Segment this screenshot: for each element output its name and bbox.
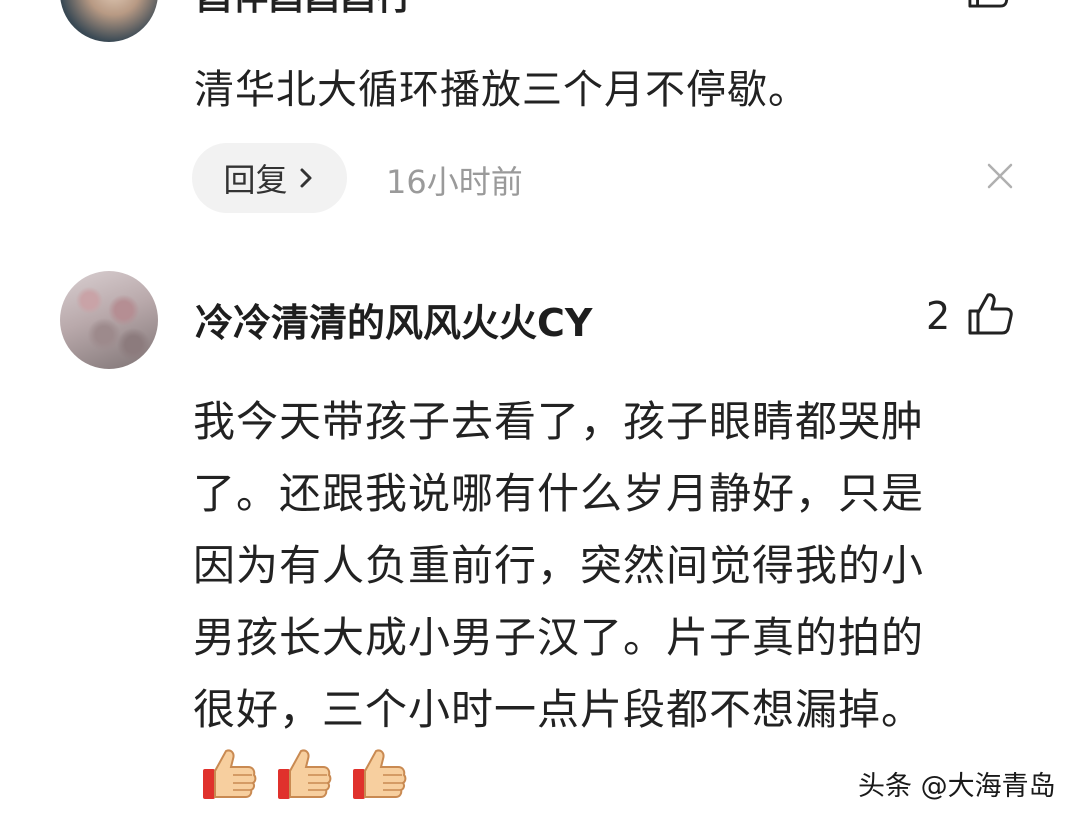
comment-text-line: 我今天带孩子去看了，孩子眼睛都哭肿	[193, 397, 925, 446]
comment-text-line: 男孩长大成小男子汉了。片子真的拍的	[193, 613, 925, 662]
watermark: 头条 @大海青岛	[858, 771, 1056, 802]
thumbs-up-emoji-icon	[203, 749, 257, 799]
comment-username[interactable]: 酉伴酉酉酉行	[196, 0, 412, 20]
comment-username[interactable]: 冷冷清清的风风火火CY	[195, 292, 592, 347]
chevron-right-icon	[300, 168, 311, 188]
reply-button[interactable]: 回复	[192, 143, 347, 213]
user-avatar[interactable]	[60, 0, 158, 42]
comment-text-line: 因为有人负重前行，突然间觉得我的小	[193, 541, 925, 590]
comment-text: 我今天带孩子去看了，孩子眼睛都哭肿 了。还跟我说哪有什么岁月静好，只是 因为有人…	[193, 386, 1013, 746]
comment-text-line: 了。还跟我说哪有什么岁月静好，只是	[193, 469, 925, 518]
reply-label: 回复	[223, 161, 288, 199]
user-avatar[interactable]	[60, 271, 158, 369]
thumbs-up-emoji-icon	[353, 749, 407, 799]
thumbs-up-icon[interactable]	[966, 291, 1014, 335]
like-count: 2	[926, 294, 951, 338]
comment-text: 清华北大循环播放三个月不停歇。	[194, 67, 809, 113]
thumbs-up-emoji-icon	[278, 749, 332, 799]
thumbs-up-icon[interactable]	[966, 0, 1012, 8]
close-icon[interactable]	[984, 160, 1016, 192]
emoji-row	[200, 745, 425, 803]
comment-text-line: 很好，三个小时一点片段都不想漏掉。	[193, 685, 925, 734]
comment-timestamp: 16小时前	[386, 163, 523, 201]
